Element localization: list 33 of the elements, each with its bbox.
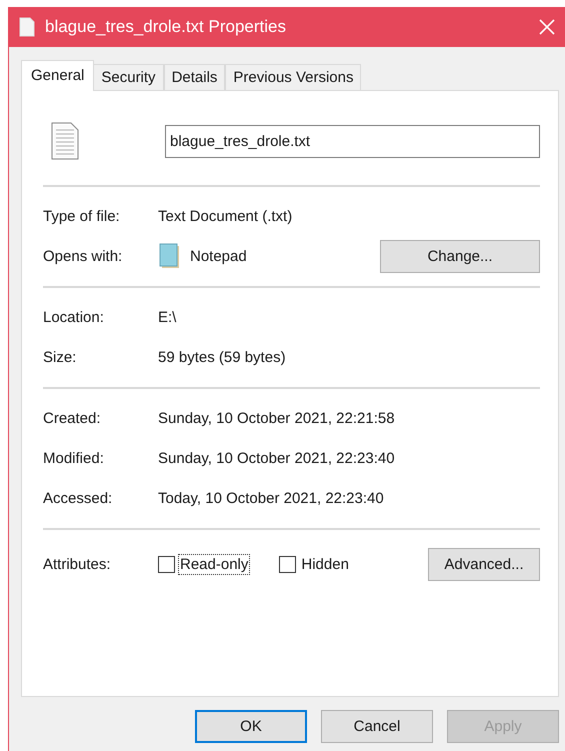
- tab[interactable]: Details: [164, 64, 226, 91]
- tab[interactable]: Security: [93, 64, 164, 91]
- property-value: Sunday, 10 October 2021, 22:23:40: [158, 450, 395, 466]
- property-label: Size:: [43, 348, 78, 366]
- property-value: Sunday, 10 October 2021, 22:21:58: [158, 410, 395, 426]
- property-label: Opens with:: [43, 248, 124, 264]
- tab[interactable]: General: [21, 60, 94, 91]
- close-icon[interactable]: [539, 19, 555, 35]
- dialog-button[interactable]: Cancel: [321, 710, 433, 743]
- property-value: Today, 10 October 2021, 22:23:40: [158, 490, 384, 506]
- property-label: Created:: [43, 410, 102, 426]
- checkbox[interactable]: [158, 556, 175, 572]
- checkbox-label[interactable]: Read-only: [179, 554, 250, 574]
- property-value: Notepad: [190, 248, 247, 264]
- property-value: 59 bytes (59 bytes): [158, 348, 286, 366]
- document-icon: [19, 17, 35, 37]
- notepad-icon: [158, 243, 182, 269]
- property-label: Accessed:: [43, 490, 114, 506]
- property-label: Type of file:: [43, 208, 121, 224]
- checkbox-label[interactable]: Hidden: [300, 554, 350, 574]
- checkbox[interactable]: [279, 556, 296, 572]
- property-label: Location:: [43, 308, 105, 326]
- file-name-field[interactable]: blague_tres_drole.txt: [165, 124, 540, 158]
- property-label: Modified:: [43, 450, 105, 466]
- tab[interactable]: Previous Versions: [225, 64, 362, 91]
- property-value: Text Document (.txt): [158, 208, 292, 224]
- document-icon: [51, 122, 79, 160]
- attributes-label: Attributes:: [43, 556, 112, 572]
- window-title: blague_tres_drole.txt Properties: [45, 17, 287, 37]
- change-button[interactable]: Change...: [380, 240, 540, 272]
- dialog-button[interactable]: OK: [195, 710, 307, 743]
- advanced-button[interactable]: Advanced...: [428, 548, 540, 580]
- property-value: E:\: [158, 308, 176, 326]
